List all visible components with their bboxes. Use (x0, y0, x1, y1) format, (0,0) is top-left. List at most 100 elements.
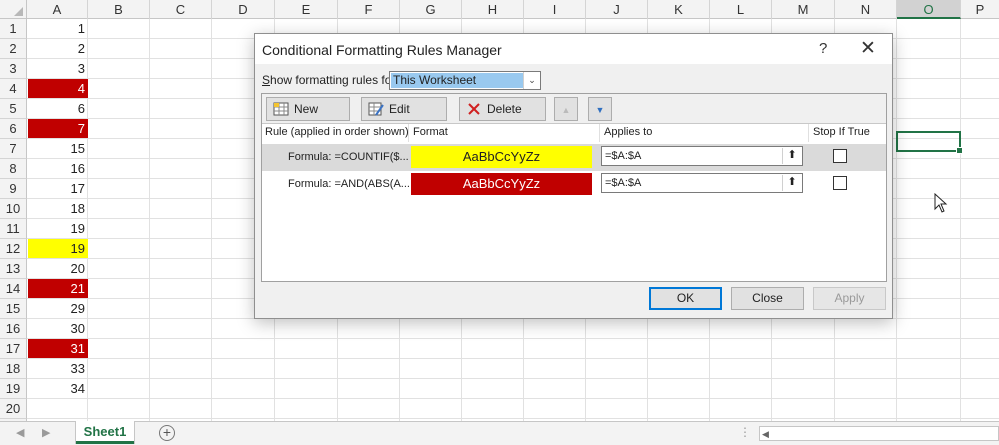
row-header-6[interactable]: 6 (0, 119, 27, 139)
cell-a17[interactable]: 31 (28, 339, 88, 358)
collapse-dialog-icon[interactable]: ⬆ (782, 175, 801, 191)
cell-a5[interactable]: 6 (28, 99, 88, 118)
rules-panel: New Rule... Edit Rule... Delete Rule (261, 93, 887, 282)
close-button[interactable]: Close (731, 287, 804, 310)
sheet-tab-sheet1[interactable]: Sheet1 (76, 421, 134, 444)
column-header-p[interactable]: P (961, 0, 999, 19)
ok-button[interactable]: OK (649, 287, 722, 310)
show-rules-label: Show formatting rules for: (262, 73, 399, 87)
grid-line (960, 19, 961, 421)
show-rules-select[interactable]: This Worksheet ⌄ (389, 71, 541, 90)
row-header-16[interactable]: 16 (0, 319, 27, 339)
delete-icon (468, 103, 480, 115)
cell-a2[interactable]: 2 (28, 39, 88, 58)
column-header-bar: ABCDEFGHIJKLMNOP (0, 0, 999, 19)
column-header-i[interactable]: I (524, 0, 586, 19)
cell-a8[interactable]: 16 (28, 159, 88, 178)
scroll-left-icon[interactable]: ◀ (762, 427, 769, 441)
format-preview: AaBbCcYyZz (411, 173, 592, 195)
horizontal-scrollbar[interactable]: ◀ (759, 426, 999, 441)
rule-row[interactable]: Formula: =AND(ABS(A... AaBbCcYyZz =$A:$A… (262, 171, 886, 198)
column-header-e[interactable]: E (275, 0, 338, 19)
row-header-4[interactable]: 4 (0, 79, 27, 99)
stop-if-true-checkbox[interactable] (833, 149, 847, 163)
column-header-n[interactable]: N (835, 0, 897, 19)
row-header-7[interactable]: 7 (0, 139, 27, 159)
move-up-button[interactable]: ▲ (554, 97, 578, 121)
row-header-9[interactable]: 9 (0, 179, 27, 199)
collapse-dialog-icon[interactable]: ⬆ (782, 148, 801, 164)
row-header-3[interactable]: 3 (0, 59, 27, 79)
column-header-j[interactable]: J (586, 0, 648, 19)
row-header-10[interactable]: 10 (0, 199, 27, 219)
applies-to-field[interactable]: =$A:$A ⬆ (601, 173, 803, 193)
column-header-a[interactable]: A (27, 0, 88, 19)
cell-a4[interactable]: 4 (28, 79, 88, 98)
format-preview: AaBbCcYyZz (411, 146, 592, 168)
chevron-down-icon[interactable]: ⌄ (523, 72, 540, 89)
cell-a12[interactable]: 19 (28, 239, 88, 258)
cell-a13[interactable]: 20 (28, 259, 88, 278)
grid-line (27, 378, 999, 379)
row-header-20[interactable]: 20 (0, 399, 27, 419)
column-header-f[interactable]: F (338, 0, 400, 19)
row-header-13[interactable]: 13 (0, 259, 27, 279)
row-header-5[interactable]: 5 (0, 99, 27, 119)
applies-to-field[interactable]: =$A:$A ⬆ (601, 146, 803, 166)
cell-a15[interactable]: 29 (28, 299, 88, 318)
next-sheet-icon[interactable]: ▶ (42, 426, 50, 439)
prev-sheet-icon[interactable]: ◀ (16, 426, 24, 439)
row-header-1[interactable]: 1 (0, 19, 27, 39)
column-header-o[interactable]: O (897, 0, 961, 19)
add-sheet-button[interactable]: + (159, 425, 175, 441)
column-header-d[interactable]: D (212, 0, 275, 19)
close-icon[interactable]: ✕ (860, 37, 876, 60)
column-header-m[interactable]: M (772, 0, 835, 19)
active-cell[interactable] (896, 131, 963, 154)
row-header-15[interactable]: 15 (0, 299, 27, 319)
row-header-11[interactable]: 11 (0, 219, 27, 239)
row-header-14[interactable]: 14 (0, 279, 27, 299)
cell-a11[interactable]: 19 (28, 219, 88, 238)
row-header-19[interactable]: 19 (0, 379, 27, 399)
grid-line (896, 19, 897, 421)
cell-a7[interactable]: 15 (28, 139, 88, 158)
cell-a3[interactable]: 3 (28, 59, 88, 78)
conditional-formatting-dialog: Conditional Formatting Rules Manager ? ✕… (254, 33, 893, 319)
column-header-h[interactable]: H (462, 0, 524, 19)
column-header-g[interactable]: G (400, 0, 462, 19)
cell-a1[interactable]: 1 (28, 19, 88, 38)
select-all-corner[interactable] (0, 0, 27, 19)
more-options-icon[interactable]: ⋮ (739, 425, 751, 439)
new-rule-icon (273, 102, 289, 116)
apply-button[interactable]: Apply (813, 287, 886, 310)
delete-rule-button[interactable]: Delete Rule (459, 97, 546, 138)
row-header-12[interactable]: 12 (0, 239, 27, 259)
column-header-c[interactable]: C (150, 0, 212, 19)
cell-a14[interactable]: 21 (28, 279, 88, 298)
new-rule-button[interactable]: New Rule... (266, 97, 350, 138)
row-header-17[interactable]: 17 (0, 339, 27, 359)
column-header-k[interactable]: K (648, 0, 710, 19)
edit-rule-button[interactable]: Edit Rule... (361, 97, 447, 138)
cell-a10[interactable]: 18 (28, 199, 88, 218)
cell-a18[interactable]: 33 (28, 359, 88, 378)
cell-a9[interactable]: 17 (28, 179, 88, 198)
row-header-18[interactable]: 18 (0, 359, 27, 379)
help-icon[interactable]: ? (819, 40, 827, 57)
applies-column-header: Applies to (604, 126, 653, 138)
column-header-l[interactable]: L (710, 0, 772, 19)
row-header-8[interactable]: 8 (0, 159, 27, 179)
cell-a19[interactable]: 34 (28, 379, 88, 398)
rule-row[interactable]: Formula: =COUNTIF($... AaBbCcYyZz =$A:$A… (262, 144, 886, 171)
show-rules-value: This Worksheet (391, 73, 523, 88)
column-header-b[interactable]: B (88, 0, 150, 19)
cell-a16[interactable]: 30 (28, 319, 88, 338)
cell-a6[interactable]: 7 (28, 119, 88, 138)
rules-header: Rule (applied in order shown) Format App… (262, 124, 886, 142)
move-down-button[interactable]: ▼ (588, 97, 612, 121)
row-header-2[interactable]: 2 (0, 39, 27, 59)
grid-line (27, 338, 999, 339)
stop-if-true-checkbox[interactable] (833, 176, 847, 190)
rule-column-header: Rule (applied in order shown) (265, 126, 409, 138)
